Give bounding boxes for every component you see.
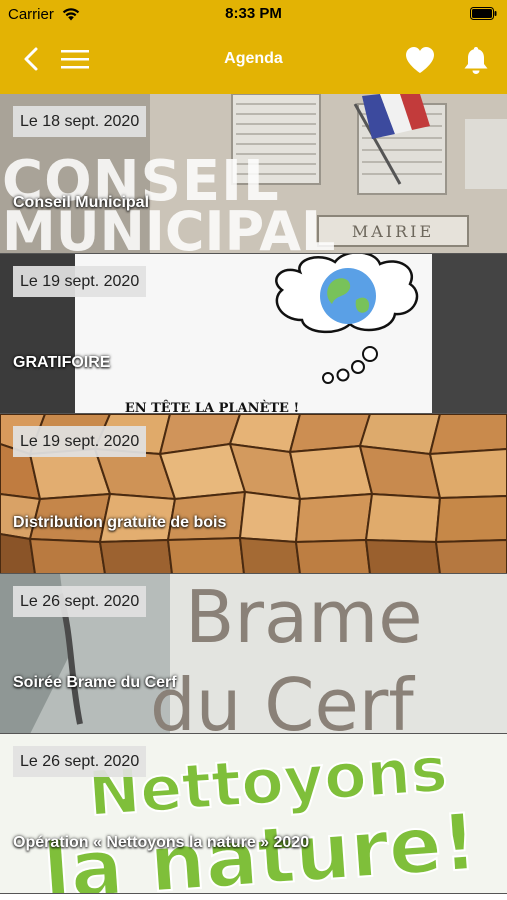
image-text-du-cerf: du Cerf (150, 663, 415, 734)
event-date-badge: Le 19 sept. 2020 (13, 426, 147, 457)
status-bar: Carrier 8:33 PM (0, 0, 507, 28)
mairie-sign-text: MAIRIE (352, 222, 434, 241)
favorites-button[interactable] (400, 40, 440, 80)
event-date-badge: Le 26 sept. 2020 (13, 586, 147, 617)
event-title: Soirée Brame du Cerf (13, 674, 177, 691)
event-card[interactable]: Brame du Cerf Le 26 sept. 2020 Soirée Br… (0, 574, 507, 734)
bell-icon (464, 47, 488, 74)
app-header: Carrier 8:33 PM Agenda (0, 0, 507, 94)
chevron-left-icon (24, 47, 38, 71)
event-card[interactable]: Le 19 sept. 2020 Distribution gratuite d… (0, 414, 507, 574)
heart-icon (406, 47, 434, 73)
event-date-badge: Le 19 sept. 2020 (13, 266, 147, 297)
back-button[interactable] (14, 42, 48, 76)
event-title: Opération « Nettoyons la nature » 2020 (13, 834, 310, 851)
image-text-brame: Brame (185, 575, 423, 659)
event-card[interactable]: EN TÊTE LA PLANÈTE ! Le 19 sept. 2020 GR… (0, 254, 507, 414)
hamburger-menu-icon (61, 50, 89, 69)
event-date-badge: Le 18 sept. 2020 (13, 106, 147, 137)
event-title: Conseil Municipal (13, 194, 150, 211)
event-date-badge: Le 26 sept. 2020 (13, 746, 147, 777)
navigation-bar: Agenda (0, 28, 507, 94)
event-title: GRATIFOIRE (13, 354, 111, 371)
event-card[interactable]: MAIRIE CONSEIL MUNICIPAL Le 18 sept. 202… (0, 94, 507, 254)
image-text-planete: EN TÊTE LA PLANÈTE ! (125, 400, 299, 414)
menu-button[interactable] (58, 42, 92, 76)
event-list: MAIRIE CONSEIL MUNICIPAL Le 18 sept. 202… (0, 94, 507, 900)
event-title: Distribution gratuite de bois (13, 514, 227, 531)
clock: 8:33 PM (225, 5, 282, 22)
event-card[interactable]: Nettoyons la nature! Le 26 sept. 2020 Op… (0, 734, 507, 894)
notifications-button[interactable] (456, 40, 496, 80)
battery-icon (470, 7, 497, 20)
